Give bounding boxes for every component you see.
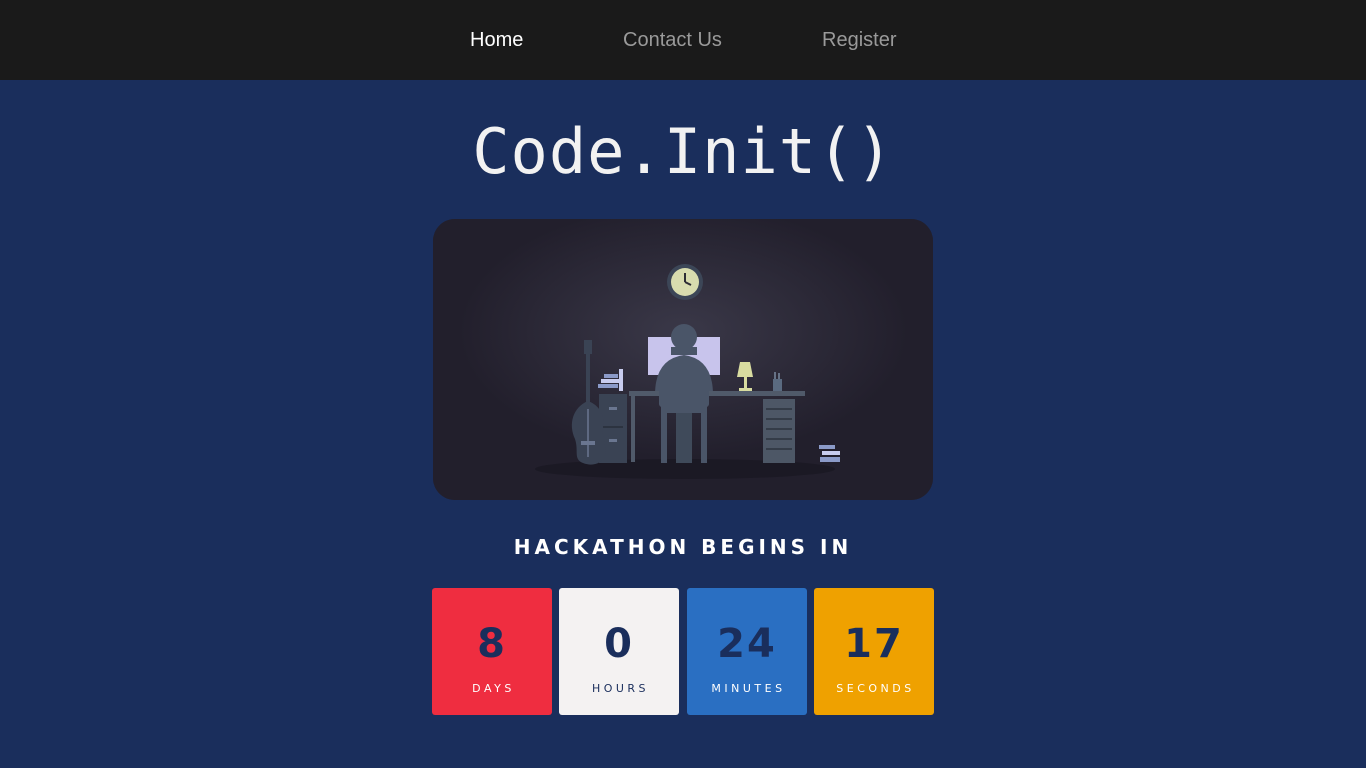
nav-register-link[interactable]: Register <box>822 27 896 53</box>
top-navbar: Home Contact Us Register <box>0 0 1366 80</box>
page-title: Code.Init() <box>472 115 894 188</box>
minutes-value: 24 <box>717 621 777 667</box>
hero-illustration <box>433 219 933 500</box>
countdown-hours-card: 0 HOURS <box>559 588 679 715</box>
countdown-heading: HACKATHON BEGINS IN <box>513 535 853 559</box>
hours-value: 0 <box>604 621 634 667</box>
countdown-seconds-card: 17 SECONDS <box>814 588 934 715</box>
seconds-label: SECONDS <box>836 682 915 695</box>
countdown-minutes-card: 24 MINUTES <box>687 588 807 715</box>
nav-contact-link[interactable]: Contact Us <box>623 27 722 53</box>
clock-icon <box>667 264 703 300</box>
days-value: 8 <box>477 621 507 667</box>
nav-home-link[interactable]: Home <box>470 27 523 53</box>
countdown-days-card: 8 DAYS <box>432 588 552 715</box>
seconds-value: 17 <box>844 621 904 667</box>
minutes-label: MINUTES <box>711 682 786 695</box>
days-label: DAYS <box>472 682 515 695</box>
hours-label: HOURS <box>591 682 650 695</box>
